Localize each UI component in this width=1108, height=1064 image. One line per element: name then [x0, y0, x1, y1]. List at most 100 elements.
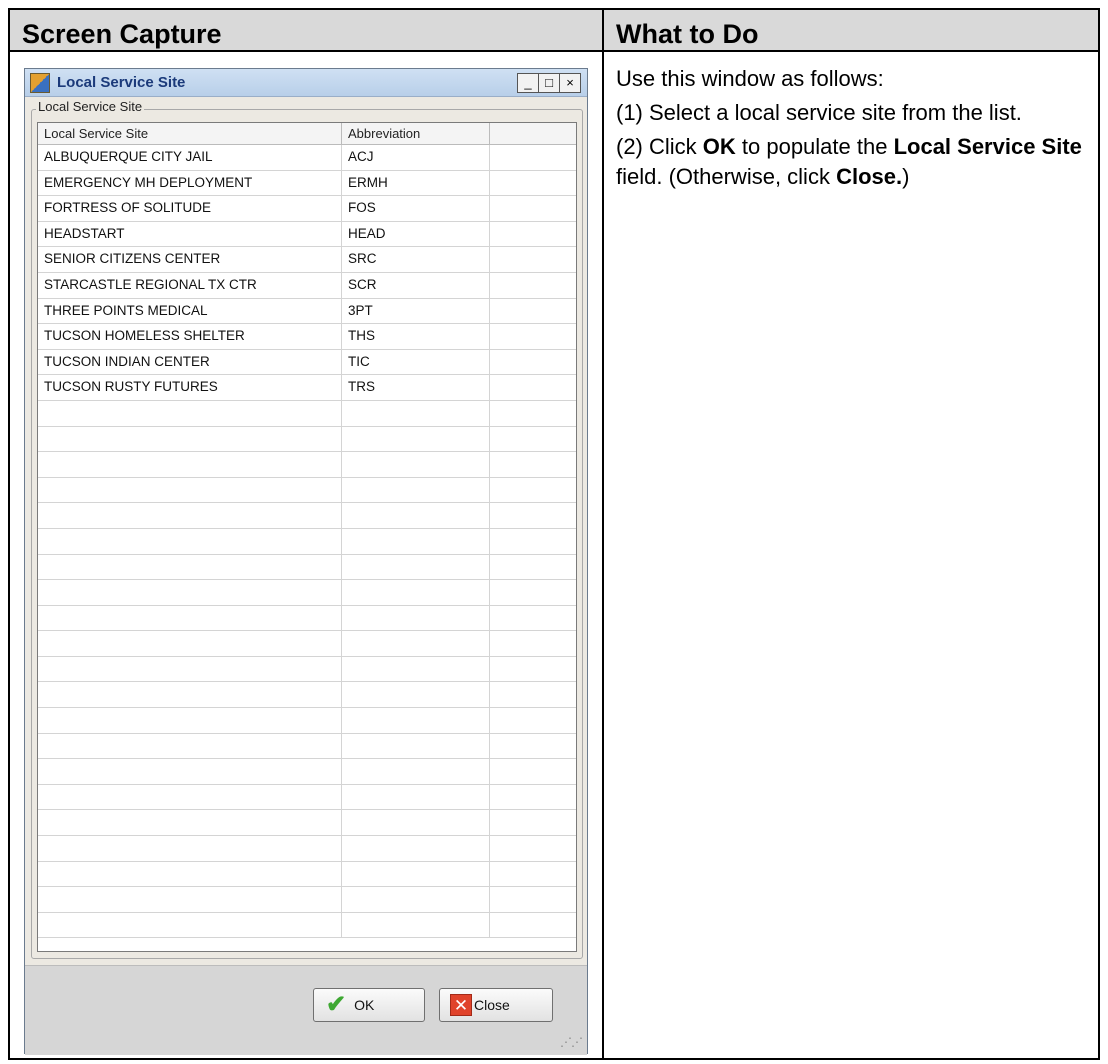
app-icon: [30, 73, 50, 93]
close-window-button[interactable]: ×: [559, 73, 581, 93]
abbreviation-cell: [342, 400, 490, 426]
list-item[interactable]: [38, 400, 576, 427]
list-item[interactable]: [38, 528, 576, 555]
step-2-close: Close.: [836, 164, 903, 189]
ok-label: OK: [354, 997, 375, 1013]
local-service-site-group: Local Service Site Local Service Site Ab…: [31, 99, 583, 959]
title-bar[interactable]: Local Service Site _ □ ×: [25, 69, 587, 97]
filler-cell: [490, 631, 576, 656]
filler-cell: [490, 657, 576, 682]
step-2-part: (2) Click: [616, 134, 703, 159]
close-label: Close: [474, 997, 510, 1013]
list-item[interactable]: [38, 452, 576, 478]
step-2-field: Local Service Site: [893, 134, 1082, 159]
filler-cell: [490, 324, 576, 349]
site-name-cell: [38, 580, 342, 605]
list-item[interactable]: TUCSON HOMELESS SHELTER THS: [38, 324, 576, 350]
site-name-cell: [38, 708, 342, 733]
list-item[interactable]: THREE POINTS MEDICAL 3PT: [38, 298, 576, 325]
site-name-cell: [38, 733, 342, 759]
list-item[interactable]: ALBUQUERQUE CITY JAIL ACJ: [38, 145, 576, 171]
abbreviation-cell: [342, 810, 490, 836]
abbreviation-cell: [342, 682, 490, 708]
column-header-site[interactable]: Local Service Site: [38, 123, 342, 144]
site-list[interactable]: Local Service Site Abbreviation ALBUQUER…: [37, 122, 577, 952]
column-header-filler: [490, 123, 576, 144]
site-name-cell: [38, 477, 342, 503]
list-item[interactable]: TUCSON RUSTY FUTURES TRS: [38, 375, 576, 401]
local-service-site-window: Local Service Site _ □ × Local Service S…: [24, 68, 588, 1055]
filler-cell: [490, 452, 576, 477]
site-name-cell: TUCSON RUSTY FUTURES: [38, 375, 342, 400]
list-item[interactable]: STARCASTLE REGIONAL TX CTR SCR: [38, 272, 576, 299]
list-item[interactable]: [38, 912, 576, 939]
abbreviation-cell: TIC: [342, 349, 490, 375]
abbreviation-cell: [342, 656, 490, 682]
site-name-cell: [38, 554, 342, 580]
filler-cell: [490, 375, 576, 400]
abbreviation-cell: SCR: [342, 272, 490, 298]
list-item[interactable]: [38, 810, 576, 837]
minimize-button[interactable]: _: [517, 73, 539, 93]
list-item[interactable]: [38, 708, 576, 734]
abbreviation-cell: [342, 912, 490, 938]
list-item[interactable]: [38, 887, 576, 913]
screen-capture-cell: Local Service Site _ □ × Local Service S…: [10, 52, 604, 1058]
list-item[interactable]: FORTRESS OF SOLITUDE FOS: [38, 196, 576, 222]
site-name-cell: EMERGENCY MH DEPLOYMENT: [38, 170, 342, 196]
filler-cell: [490, 734, 576, 759]
button-panel: ✔ OK ✕ Close ⋰⋰: [25, 965, 587, 1055]
abbreviation-cell: HEAD: [342, 221, 490, 247]
abbreviation-cell: [342, 784, 490, 810]
abbreviation-cell: [342, 477, 490, 503]
abbreviation-cell: ERMH: [342, 170, 490, 196]
filler-cell: [490, 273, 576, 298]
filler-cell: [490, 196, 576, 221]
group-label: Local Service Site: [36, 99, 145, 114]
abbreviation-cell: [342, 708, 490, 733]
filler-cell: [490, 913, 576, 938]
site-name-cell: [38, 656, 342, 682]
maximize-button[interactable]: □: [538, 73, 560, 93]
list-item[interactable]: [38, 503, 576, 529]
instruction-table: Screen Capture What to Do Local Service …: [8, 8, 1100, 1060]
abbreviation-cell: 3PT: [342, 298, 490, 324]
list-item[interactable]: [38, 477, 576, 504]
list-item[interactable]: SENIOR CITIZENS CENTER SRC: [38, 247, 576, 273]
abbreviation-cell: [342, 452, 490, 477]
ok-button[interactable]: ✔ OK: [313, 988, 425, 1022]
site-name-cell: [38, 912, 342, 938]
header-what-to-do: What to Do: [604, 10, 1098, 52]
site-name-cell: THREE POINTS MEDICAL: [38, 298, 342, 324]
list-item[interactable]: [38, 580, 576, 606]
site-name-cell: STARCASTLE REGIONAL TX CTR: [38, 272, 342, 298]
site-name-cell: [38, 528, 342, 554]
list-item[interactable]: [38, 426, 576, 453]
list-item[interactable]: [38, 784, 576, 811]
column-header-abbreviation[interactable]: Abbreviation: [342, 123, 490, 144]
list-item[interactable]: TUCSON INDIAN CENTER TIC: [38, 349, 576, 376]
site-name-cell: [38, 400, 342, 426]
list-item[interactable]: [38, 605, 576, 632]
site-name-cell: TUCSON HOMELESS SHELTER: [38, 324, 342, 349]
filler-cell: [490, 145, 576, 170]
step-2-text: (2) Click OK to populate the Local Servi…: [616, 132, 1088, 192]
list-item[interactable]: [38, 733, 576, 760]
list-item[interactable]: [38, 656, 576, 683]
step-2-part: field. (Otherwise, click: [616, 164, 837, 189]
list-item[interactable]: [38, 631, 576, 657]
list-item[interactable]: [38, 861, 576, 888]
filler-cell: [490, 682, 576, 707]
list-item[interactable]: [38, 836, 576, 862]
list-item[interactable]: [38, 682, 576, 709]
list-item[interactable]: EMERGENCY MH DEPLOYMENT ERMH: [38, 170, 576, 197]
abbreviation-cell: [342, 426, 490, 452]
filler-cell: [490, 887, 576, 912]
filler-cell: [490, 350, 576, 375]
list-item[interactable]: HEADSTART HEAD: [38, 221, 576, 248]
resize-grip-icon[interactable]: ⋰⋰: [560, 1035, 583, 1049]
list-item[interactable]: [38, 759, 576, 785]
close-button[interactable]: ✕ Close: [439, 988, 553, 1022]
list-item[interactable]: [38, 554, 576, 581]
window-title: Local Service Site: [57, 74, 186, 91]
